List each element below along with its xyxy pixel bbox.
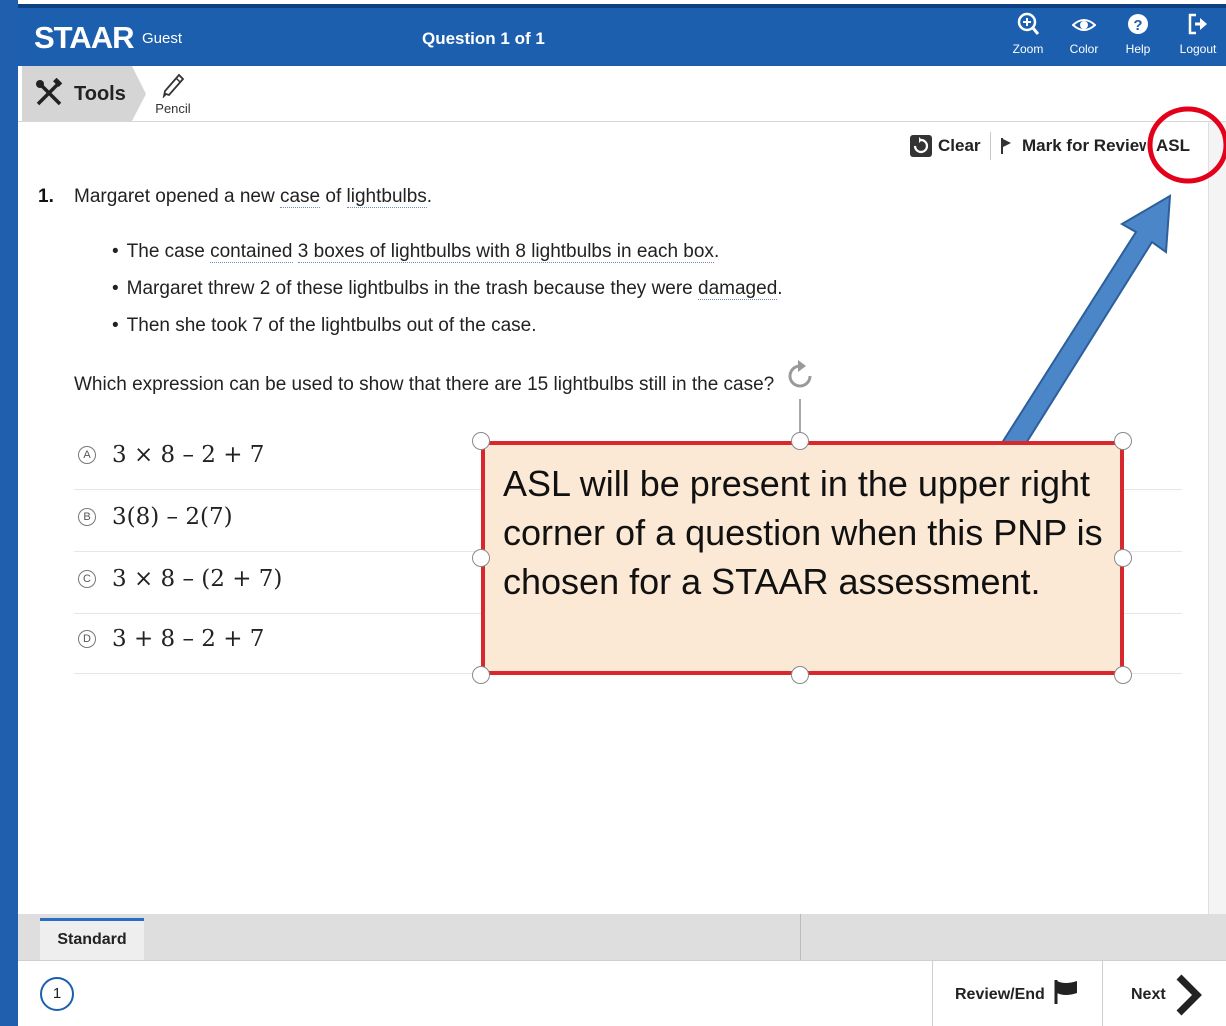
staar-test-window: STAAR Guest Question 1 of 1 Zoom Color ?… xyxy=(0,0,1226,1026)
resize-handle[interactable] xyxy=(791,432,809,450)
resize-handle[interactable] xyxy=(1114,432,1132,450)
resize-handle[interactable] xyxy=(791,666,809,684)
resize-handle[interactable] xyxy=(1114,666,1132,684)
rotate-icon[interactable] xyxy=(782,358,818,394)
callout-text: ASL will be present in the upper right c… xyxy=(503,463,1103,602)
resize-handle[interactable] xyxy=(472,666,490,684)
resize-handle[interactable] xyxy=(1114,549,1132,567)
resize-handle[interactable] xyxy=(472,549,490,567)
highlight-circle xyxy=(1147,106,1226,184)
callout-box[interactable]: ASL will be present in the upper right c… xyxy=(481,441,1124,675)
resize-handle[interactable] xyxy=(472,432,490,450)
pointer-arrow xyxy=(998,194,1172,458)
